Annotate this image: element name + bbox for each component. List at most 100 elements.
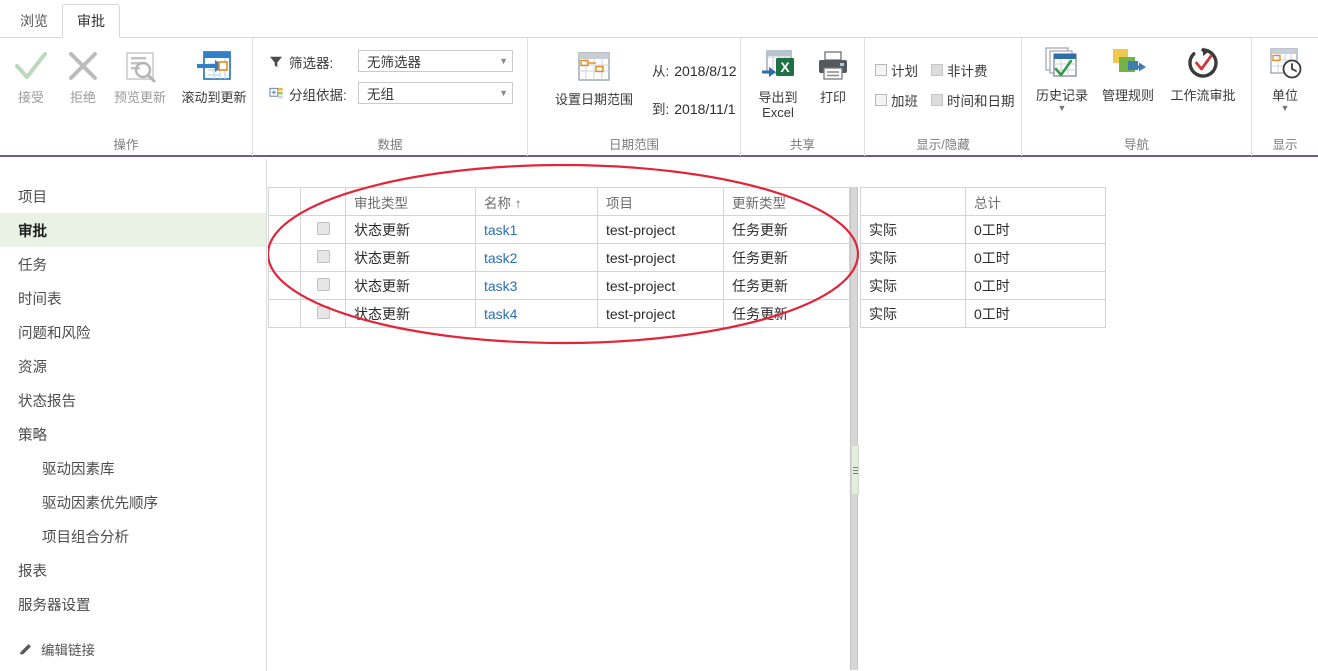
sidebar-item-driver-library[interactable]: 驱动因素库 <box>0 451 266 485</box>
print-button[interactable]: 打印 <box>807 44 859 105</box>
col-header-name[interactable]: 名称 ↑ <box>475 187 598 216</box>
manage-rules-label: 管理规则 <box>1101 88 1154 103</box>
checkbox-icon <box>875 94 887 106</box>
sidebar-item-tasks[interactable]: 任务 <box>0 247 266 281</box>
preview-updates-button[interactable]: 预览更新 <box>105 44 175 105</box>
col-header-total[interactable]: 总计 <box>965 187 1106 216</box>
cell-total: 0工时 <box>965 243 1106 272</box>
row-select-cell[interactable] <box>300 271 346 300</box>
table-row[interactable]: 状态更新 task2 test-project 任务更新 <box>268 243 850 272</box>
cell-approval-type: 状态更新 <box>345 271 476 300</box>
table-row[interactable]: 实际 0工时 <box>860 215 1106 244</box>
task-link[interactable]: task4 <box>484 306 517 322</box>
history-button[interactable]: 历史记录 ▼ <box>1029 42 1095 113</box>
export-excel-icon: X <box>758 44 798 88</box>
sidebar-item-label: 审批 <box>18 223 47 240</box>
print-label: 打印 <box>819 90 846 105</box>
export-to-excel-button[interactable]: X 导出到 Excel <box>749 44 807 120</box>
checkbox-time-and-date[interactable]: 时间和日期 <box>931 90 1015 110</box>
approvals-grid-right: 总计 实际 0工时 实际 0工时 实际 0工时 实际 0工时 <box>860 187 1106 328</box>
checkbox-icon <box>931 94 943 106</box>
sidebar-item-server-settings[interactable]: 服务器设置 <box>0 587 266 621</box>
accept-label: 接受 <box>17 90 44 105</box>
units-label: 单位 <box>1271 88 1298 103</box>
groupby-select[interactable]: 无组 ▼ <box>358 82 513 104</box>
funnel-icon <box>267 54 285 70</box>
chevron-down-icon[interactable]: ▼ <box>1058 104 1067 113</box>
chevron-down-icon[interactable]: ▼ <box>1281 104 1290 113</box>
col-header-kind[interactable] <box>860 187 966 216</box>
table-row[interactable]: 状态更新 task3 test-project 任务更新 <box>268 271 850 300</box>
cell-kind: 实际 <box>860 299 966 328</box>
task-link[interactable]: task3 <box>484 278 517 294</box>
sidebar-item-label: 问题和风险 <box>18 325 91 342</box>
sidebar-item-reports[interactable]: 报表 <box>0 553 266 587</box>
sidebar-item-status-reports[interactable]: 状态报告 <box>0 383 266 417</box>
checkbox-icon[interactable] <box>316 305 330 319</box>
table-row[interactable]: 状态更新 task4 test-project 任务更新 <box>268 299 850 328</box>
row-select-cell[interactable] <box>300 243 346 272</box>
tab-approve[interactable]: 审批 <box>62 4 120 38</box>
row-select-cell[interactable] <box>300 299 346 328</box>
units-button[interactable]: 单位 ▼ <box>1254 42 1316 113</box>
date-from[interactable]: 从: 2018/8/12 <box>652 60 737 80</box>
sidebar-item-portfolio-analysis[interactable]: 项目组合分析 <box>0 519 266 553</box>
cell-name[interactable]: task1 <box>475 215 598 244</box>
col-header-project[interactable]: 项目 <box>597 187 724 216</box>
table-row[interactable]: 实际 0工时 <box>860 271 1106 300</box>
checkbox-nonbillable[interactable]: 非计费 <box>931 60 988 80</box>
date-to[interactable]: 到: 2018/11/1 <box>652 98 736 118</box>
task-link[interactable]: task2 <box>484 250 517 266</box>
scroll-to-update-button[interactable]: 滚动到更新 <box>175 44 253 105</box>
task-link[interactable]: task1 <box>484 222 517 238</box>
checkbox-icon[interactable] <box>316 221 330 235</box>
table-row[interactable]: 实际 0工时 <box>860 299 1106 328</box>
sidebar-item-resources[interactable]: 资源 <box>0 349 266 383</box>
cell-name[interactable]: task4 <box>475 299 598 328</box>
col-header-approval-type[interactable]: 审批类型 <box>345 187 476 216</box>
sidebar-item-label: 驱动因素库 <box>42 461 115 478</box>
cell-approval-type: 状态更新 <box>345 243 476 272</box>
row-spacer-cell <box>268 299 301 328</box>
sidebar-item-projects[interactable]: 项目 <box>0 179 266 213</box>
checkbox-overtime[interactable]: 加班 <box>875 90 918 110</box>
workflow-approval-button[interactable]: 工作流审批 <box>1161 42 1245 103</box>
sidebar-item-approvals[interactable]: 审批 <box>0 213 266 247</box>
col-header-spacer-a[interactable] <box>268 187 301 216</box>
set-date-range-label: 设置日期范围 <box>554 92 633 107</box>
edit-links-button[interactable]: 编辑链接 <box>18 639 95 659</box>
cell-project: test-project <box>597 243 724 272</box>
filter-select[interactable]: 无筛选器 ▼ <box>358 50 513 72</box>
sidebar-item-timesheet[interactable]: 时间表 <box>0 281 266 315</box>
sidebar-item-label: 任务 <box>18 257 47 274</box>
table-row[interactable]: 实际 0工时 <box>860 243 1106 272</box>
table-row[interactable]: 状态更新 task1 test-project 任务更新 <box>268 215 850 244</box>
approvals-grid-area: 审批类型 名称 ↑ 项目 更新类型 状态更新 task1 test-projec… <box>268 159 1318 671</box>
col-header-update-type[interactable]: 更新类型 <box>723 187 850 216</box>
sidebar-item-strategy[interactable]: 策略 <box>0 417 266 451</box>
preview-updates-label: 预览更新 <box>113 90 166 105</box>
cell-total: 0工时 <box>965 299 1106 328</box>
ribbon-group-showhide-title: 显示/隐藏 <box>916 138 970 152</box>
scroll-to-update-icon <box>194 44 234 88</box>
checkbox-icon[interactable] <box>316 277 330 291</box>
sidebar-item-driver-priority[interactable]: 驱动因素优先顺序 <box>0 485 266 519</box>
manage-rules-button[interactable]: 管理规则 <box>1095 42 1161 103</box>
set-date-range-button[interactable]: 设置日期范围 <box>546 46 642 107</box>
printer-icon <box>813 44 853 88</box>
grid-splitter-grip[interactable] <box>851 445 859 495</box>
col-header-select[interactable] <box>300 187 346 216</box>
app-window: 浏览 审批 接受 拒绝 预览更新 滚动到更新 操作 筛选器: 无筛选器 ▼ 分组… <box>0 0 1318 671</box>
row-select-cell[interactable] <box>300 215 346 244</box>
grid-splitter[interactable] <box>850 187 859 670</box>
cell-name[interactable]: task3 <box>475 271 598 300</box>
checkbox-planned[interactable]: 计划 <box>875 60 918 80</box>
cell-name[interactable]: task2 <box>475 243 598 272</box>
history-icon <box>1042 42 1082 86</box>
approvals-table-right: 总计 实际 0工时 实际 0工时 实际 0工时 实际 0工时 <box>860 187 1106 328</box>
checkbox-icon[interactable] <box>316 249 330 263</box>
tab-browse[interactable]: 浏览 <box>6 4 62 38</box>
sidebar-item-issues-and-risks[interactable]: 问题和风险 <box>0 315 266 349</box>
row-spacer-cell <box>268 243 301 272</box>
sidebar-item-label: 服务器设置 <box>18 597 91 614</box>
